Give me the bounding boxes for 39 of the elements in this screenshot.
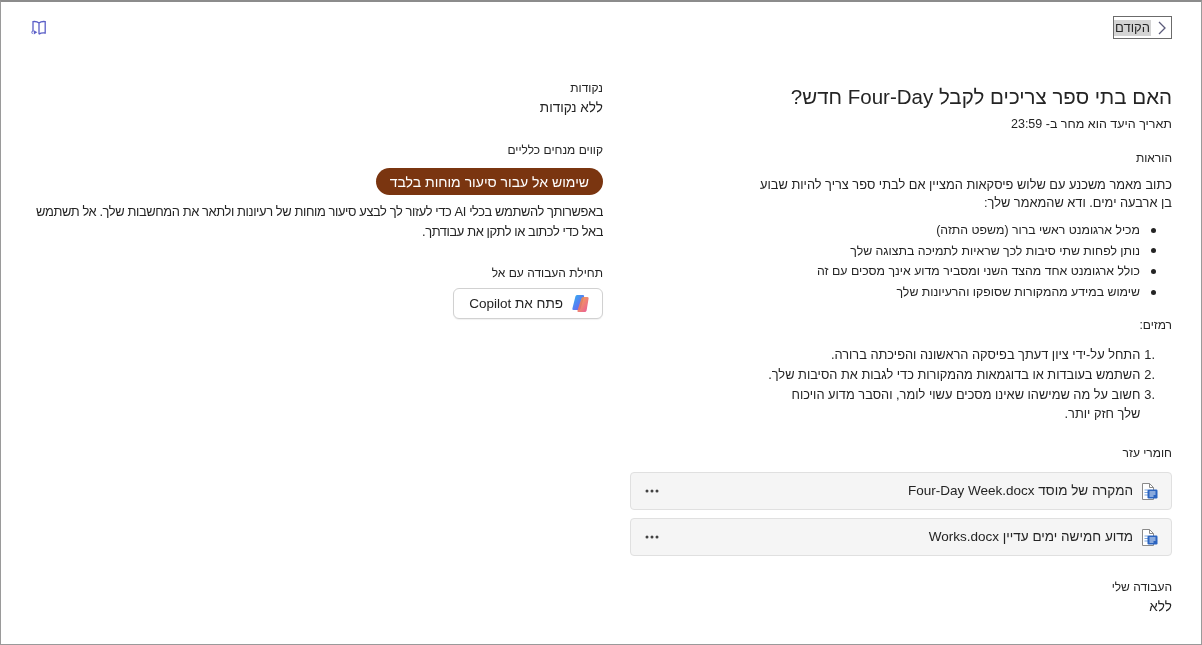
back-button[interactable]: הקודם (1113, 16, 1172, 39)
bullet-icon (1151, 289, 1156, 295)
hint-number: 3. (1144, 385, 1155, 404)
requirement-text: כולל ארגומנט אחד מהצד השני ומסביר מדוע אינך מסכים עם זה (817, 263, 1140, 281)
bullet-icon (1151, 269, 1156, 274)
requirement-text: נותן לפחות שתי סיבות לכך שראיות לתמיכה בתצוגה שלך (850, 242, 1140, 260)
more-icon (645, 489, 659, 494)
guidelines-text: באפשרותך להשתמש בכלי AI כדי לעזור לך לבצע סיעור מוחות של רעיונות ולתאר את המחשבות שלך. אל תשתמש באל כדי לכתוב או לתקן את עבודתך. (35, 203, 603, 241)
my-work-value: ללא (1148, 598, 1172, 617)
document-icon (1141, 481, 1158, 501)
section-heading: חומרי עזר (1121, 445, 1172, 462)
assignment-title: האם בתי ספר צריכים לקבל Four-Day חדש? (789, 84, 1172, 110)
bullet-icon (1151, 248, 1156, 254)
copilot-button[interactable]: פתח את Copilot (453, 288, 603, 319)
section-heading: קווים מנחים כלליים (506, 142, 603, 158)
instructions-text: כתוב מאמר משכנע עם שלוש פיסקאות המציין אם לבתי ספר צריך להיות שבוע בן ארבעה ימים. ודא שהמאמר שלך: (759, 176, 1172, 212)
chevron-icon (1158, 20, 1166, 35)
requirement-text: שימוש במידע מהמקורות שסופקו והרעיונות שלך (896, 283, 1140, 301)
document-icon (1141, 527, 1158, 547)
section-heading: העבודה שלי (1110, 579, 1172, 596)
more-icon (645, 535, 659, 540)
file-link[interactable]: המקרה של מוסד Four-Day Week.docx (908, 482, 1133, 501)
section-heading: נקודות (569, 80, 603, 96)
app-logo-icon (571, 294, 590, 313)
requirement-text: מכיל ארגומנט ראשי ברור (משפט התזה) (936, 222, 1140, 239)
section-heading: הוראות (1134, 150, 1172, 166)
hint-text: חשוב על מה שמישהו שאינו מסכים עשוי לומר, והסבר מדוע הויכוח שלך חזק יותר. (790, 385, 1141, 424)
section-heading: תחילת העבודה עם אל (490, 265, 603, 281)
bullet-icon (1151, 227, 1156, 233)
due-date: תאריך היעד הוא מחר ב- 23:59 (1010, 116, 1172, 133)
book-icon[interactable] (30, 19, 48, 37)
file-link[interactable]: מדוע חמישה ימים עדיין Works.docx (928, 528, 1133, 547)
section-heading: רמזים: (1138, 317, 1172, 334)
hint-number: 2. (1144, 366, 1155, 385)
hint-text: השתמש בעובדות או בדוגמאות מהמקורות כדי לגבות את הסיבות שלך. (768, 366, 1141, 385)
policy-badge: שימוש אל עבור סיעור מוחות בלבד (375, 168, 603, 195)
hint-text: התחל על-ידי ציון דעתך בפיסקה הראשונה והפיכתה ברורה. (830, 346, 1141, 365)
hint-number: 1. (1144, 346, 1155, 365)
points-value: ללא נקודות (538, 99, 603, 117)
